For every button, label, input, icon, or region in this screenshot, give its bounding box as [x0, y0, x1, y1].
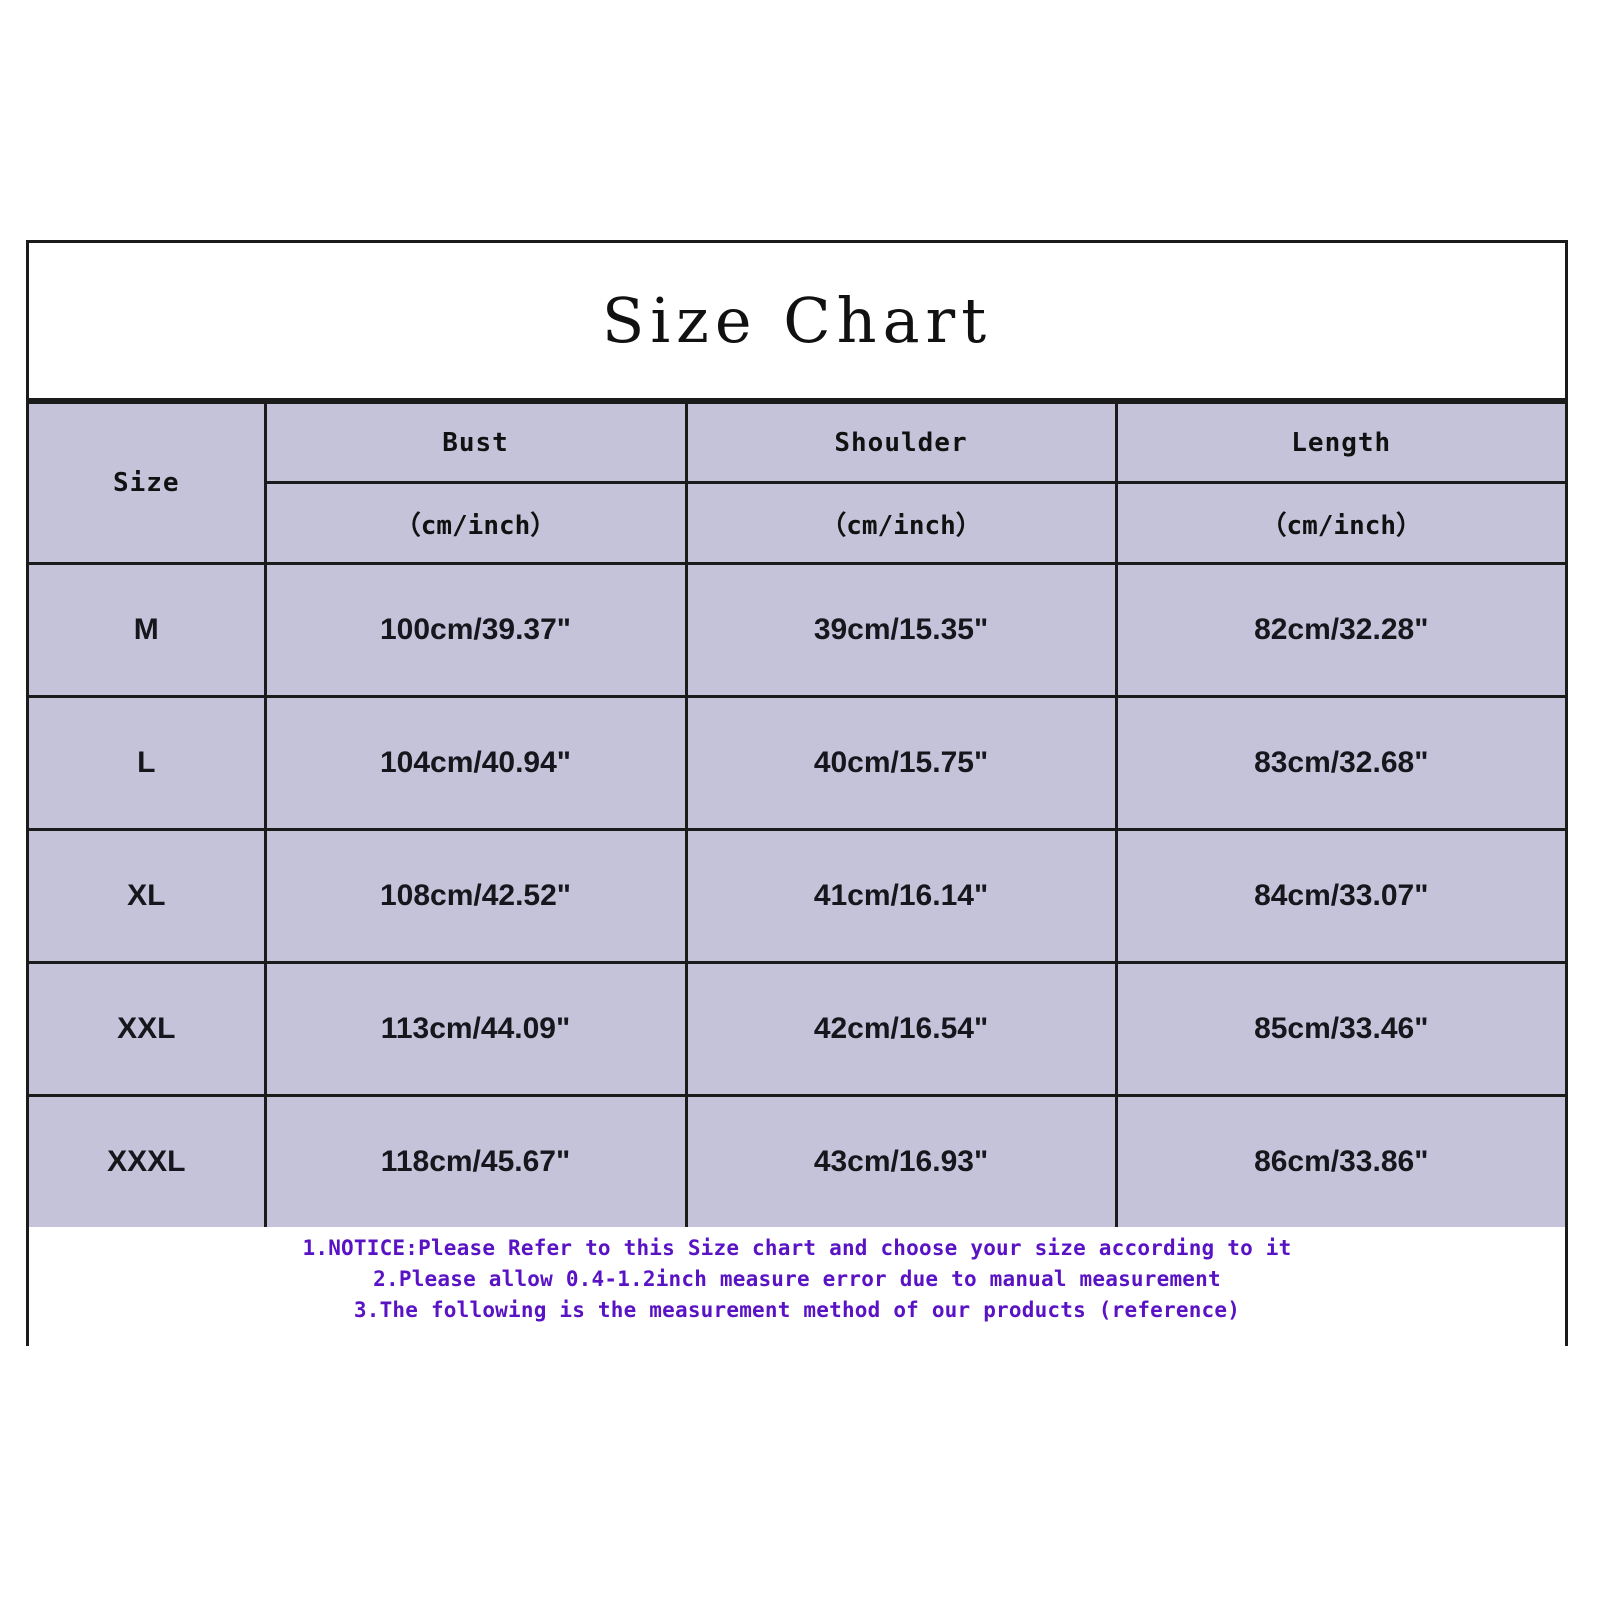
cell-length: 86cm/33.86" — [1114, 1094, 1565, 1227]
value-length: 85cm/33.46" — [1254, 1012, 1429, 1045]
page-title: Size Chart — [601, 283, 993, 357]
cell-bust: 104cm/40.94" — [263, 695, 688, 831]
cell-size: M — [29, 562, 267, 698]
cell-shoulder: 41cm/16.14" — [684, 828, 1118, 964]
cell-bust: 118cm/45.67" — [263, 1094, 688, 1227]
value-length: 83cm/32.68" — [1254, 746, 1429, 779]
value-size: M — [133, 613, 159, 646]
cell-shoulder: 43cm/16.93" — [684, 1094, 1118, 1227]
cell-shoulder: 39cm/15.35" — [684, 562, 1118, 698]
value-shoulder: 43cm/16.93" — [813, 1145, 989, 1178]
table-row: XXXL 118cm/45.67" 43cm/16.93" 86cm/33.86… — [29, 1094, 1565, 1227]
value-size: XXL — [117, 1012, 176, 1045]
table-row: L 104cm/40.94" 40cm/15.75" 83cm/32.68" — [29, 695, 1565, 831]
cell-bust: 113cm/44.09" — [263, 961, 688, 1097]
value-length: 86cm/33.86" — [1254, 1145, 1429, 1178]
title-band: Size Chart — [29, 243, 1565, 401]
value-shoulder: 42cm/16.54" — [813, 1012, 989, 1045]
value-length: 82cm/32.28" — [1254, 613, 1429, 646]
value-size: XXXL — [107, 1145, 186, 1178]
header-unit-bust: （cm/inch） — [394, 510, 557, 541]
notice-line-2: 2.Please allow 0.4-1.2inch measure error… — [373, 1267, 1221, 1291]
cell-size: XXL — [29, 961, 267, 1097]
header-cell-length-unit: （cm/inch） — [1114, 481, 1565, 565]
value-bust: 108cm/42.52" — [379, 879, 572, 912]
header-label-shoulder: Shoulder — [834, 427, 968, 458]
cell-shoulder: 40cm/15.75" — [684, 695, 1118, 831]
value-bust: 118cm/45.67" — [380, 1145, 571, 1178]
header-cell-shoulder: Shoulder — [684, 401, 1118, 484]
notice-band: 1.NOTICE:Please Refer to this Size chart… — [29, 1227, 1565, 1387]
header-cell-length: Length — [1114, 401, 1565, 484]
notice-line-1: 1.NOTICE:Please Refer to this Size chart… — [302, 1236, 1292, 1260]
header-label-bust: Bust — [442, 427, 509, 458]
cell-size: XL — [29, 828, 267, 964]
header-cell-size: Size — [29, 401, 267, 565]
header-cell-bust-unit: （cm/inch） — [265, 481, 688, 565]
cell-length: 84cm/33.07" — [1114, 828, 1565, 964]
table-row: XXL 113cm/44.09" 42cm/16.54" 85cm/33.46" — [29, 961, 1565, 1097]
size-chart-frame: Size Chart Size Bust Shoulder Length （cm… — [26, 240, 1568, 1387]
value-bust: 104cm/40.94" — [379, 746, 572, 779]
cell-size: L — [29, 695, 267, 831]
cell-length: 83cm/32.68" — [1114, 695, 1565, 831]
cell-bust: 108cm/42.52" — [263, 828, 688, 964]
value-size: XL — [127, 879, 166, 912]
header-unit-length: （cm/inch） — [1260, 510, 1423, 541]
value-bust: 113cm/44.09" — [380, 1012, 571, 1045]
cell-bust: 100cm/39.37" — [263, 562, 688, 698]
table-row: XL 108cm/42.52" 41cm/16.14" 84cm/33.07" — [29, 828, 1565, 964]
value-shoulder: 39cm/15.35" — [813, 613, 989, 646]
size-table: Size Bust Shoulder Length （cm/inch） （cm/… — [29, 401, 1565, 1227]
header-cell-shoulder-unit: （cm/inch） — [684, 481, 1118, 565]
value-shoulder: 41cm/16.14" — [813, 879, 989, 912]
cell-shoulder: 42cm/16.54" — [684, 961, 1118, 1097]
value-length: 84cm/33.07" — [1254, 879, 1429, 912]
value-bust: 100cm/39.37" — [379, 613, 572, 646]
table-header-row-measurements: Size Bust Shoulder Length — [29, 401, 1565, 565]
cell-size: XXXL — [29, 1094, 267, 1227]
header-label-length: Length — [1291, 427, 1392, 458]
value-shoulder: 40cm/15.75" — [813, 746, 989, 779]
size-chart-page: Size Chart Size Bust Shoulder Length （cm… — [0, 0, 1600, 1600]
cell-length: 85cm/33.46" — [1114, 961, 1565, 1097]
value-size: L — [137, 746, 156, 779]
header-cell-bust: Bust — [263, 401, 688, 484]
header-label-size: Size — [112, 468, 180, 498]
notice-line-3: 3.The following is the measurement metho… — [353, 1298, 1241, 1322]
cell-length: 82cm/32.28" — [1114, 562, 1565, 698]
header-unit-shoulder: （cm/inch） — [820, 510, 982, 541]
table-row: M 100cm/39.37" 39cm/15.35" 82cm/32.28" — [29, 562, 1565, 698]
